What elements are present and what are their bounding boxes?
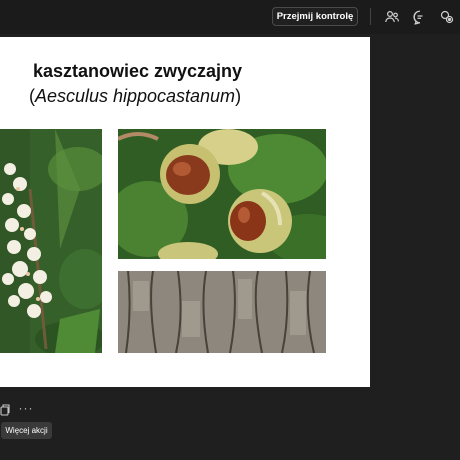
slide-title: kasztanowiec zwyczajny <box>32 61 243 81</box>
top-toolbar: Przejmij kontrolę <box>0 0 460 34</box>
copilot-icon[interactable] <box>437 7 457 27</box>
slide-subtitle: (Aesculus hippocastanum) <box>0 86 270 107</box>
tree-bark-photo <box>118 271 326 353</box>
subtitle-latin-name: Aesculus hippocastanum <box>34 86 236 106</box>
conker-fruit-photo <box>118 129 326 259</box>
people-icon[interactable] <box>382 7 402 27</box>
toolbar-divider <box>370 8 371 25</box>
more-actions-tooltip: Więcej akcji <box>1 422 52 439</box>
horse-chestnut-flower-photo <box>0 129 102 353</box>
subtitle-paren-close: ) <box>235 86 242 106</box>
more-icon[interactable]: ··· <box>17 401 35 415</box>
take-control-button[interactable]: Przejmij kontrolę <box>272 7 358 26</box>
copy-icon[interactable] <box>0 403 10 417</box>
chat-icon[interactable] <box>410 7 430 27</box>
shared-slide: kasztanowiec zwyczajny (Aesculus hippoca… <box>0 37 370 387</box>
